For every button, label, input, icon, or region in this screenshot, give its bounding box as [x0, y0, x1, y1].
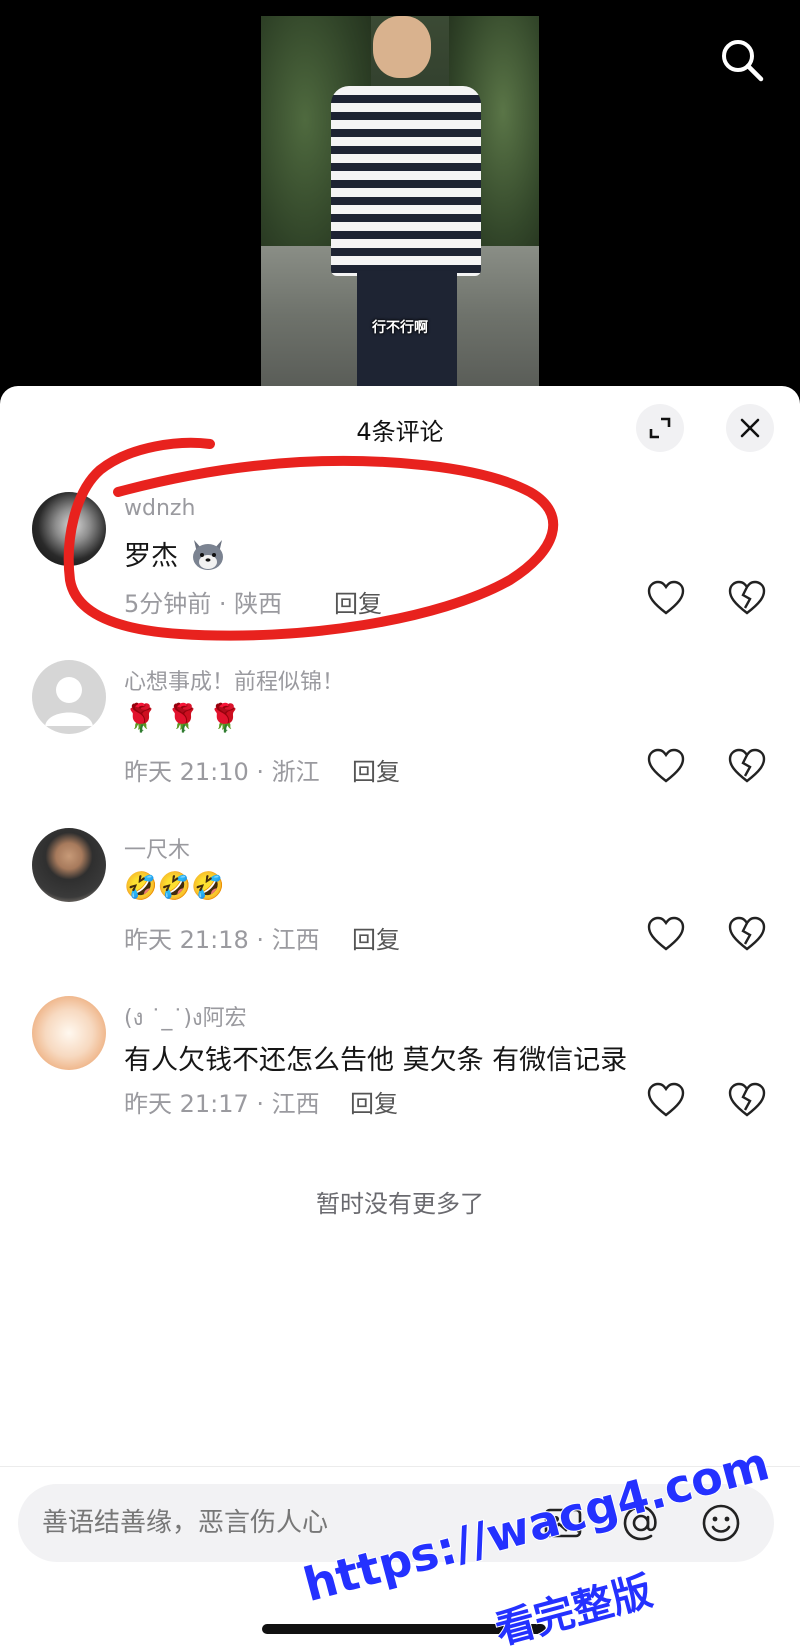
- image-icon[interactable]: [542, 1502, 584, 1544]
- heart-icon[interactable]: [647, 916, 685, 952]
- video-player[interactable]: 行不行啊: [0, 0, 800, 400]
- search-icon[interactable]: [718, 36, 766, 84]
- close-button[interactable]: [726, 404, 774, 452]
- heart-icon[interactable]: [647, 1082, 685, 1118]
- expand-icon: [649, 417, 671, 439]
- app-root: 行不行啊 4条评论 wdnzh 罗杰 5分钟前 · 陕西 回复 心想事成！前程似…: [0, 0, 800, 1652]
- avatar[interactable]: [32, 828, 106, 902]
- no-more-text: 暂时没有更多了: [316, 1190, 484, 1218]
- video-caption: 行不行啊: [372, 320, 428, 336]
- close-icon: [740, 418, 760, 438]
- broken-heart-icon[interactable]: [728, 1082, 766, 1118]
- home-indicator: [262, 1624, 546, 1634]
- comment-input-container[interactable]: [18, 1484, 774, 1562]
- comment-username[interactable]: 心想事成！前程似锦！: [124, 664, 344, 696]
- wolf-emoji-icon: [189, 536, 227, 579]
- comment-meta: 昨天 21:10 · 浙江: [124, 758, 320, 786]
- comment-username[interactable]: wdnzh: [124, 496, 195, 521]
- reply-button[interactable]: 回复: [352, 752, 400, 787]
- comment-text: 有人欠钱不还怎么告他 莫欠条 有微信记录: [124, 1045, 628, 1076]
- comment-input[interactable]: [42, 1484, 542, 1562]
- comment-text-content: 罗杰: [124, 541, 178, 572]
- comment-meta: 昨天 21:17 · 江西: [124, 1090, 320, 1118]
- broken-heart-icon[interactable]: [728, 748, 766, 784]
- default-avatar-icon: [45, 677, 93, 726]
- comment-username[interactable]: (ง ˙_˙)ง阿宏: [124, 1000, 247, 1035]
- broken-heart-icon[interactable]: [728, 580, 766, 616]
- comment-text: 🌹 🌹 🌹: [124, 703, 243, 734]
- video-person-shirt: [331, 86, 481, 276]
- comment-meta: 5分钟前 · 陕西: [124, 590, 283, 618]
- emoji-icon[interactable]: [700, 1502, 742, 1544]
- reply-button[interactable]: 回复: [352, 920, 400, 955]
- video-person-head: [373, 16, 431, 78]
- reply-button[interactable]: 回复: [334, 584, 382, 619]
- comment-meta: 昨天 21:18 · 江西: [124, 926, 320, 954]
- at-mention-icon[interactable]: [620, 1502, 662, 1544]
- avatar[interactable]: [32, 492, 106, 566]
- heart-icon[interactable]: [647, 580, 685, 616]
- comment-sheet: 4条评论: [0, 386, 800, 1652]
- broken-heart-icon[interactable]: [728, 916, 766, 952]
- avatar[interactable]: [32, 660, 106, 734]
- comment-username[interactable]: 一尺木: [124, 832, 190, 864]
- expand-button[interactable]: [636, 404, 684, 452]
- video-frame[interactable]: 行不行啊: [261, 16, 539, 386]
- heart-icon[interactable]: [647, 748, 685, 784]
- comment-text: 🤣🤣🤣: [124, 871, 225, 902]
- reply-button[interactable]: 回复: [350, 1084, 398, 1119]
- avatar[interactable]: [32, 996, 106, 1070]
- comment-text: 罗杰: [124, 534, 227, 579]
